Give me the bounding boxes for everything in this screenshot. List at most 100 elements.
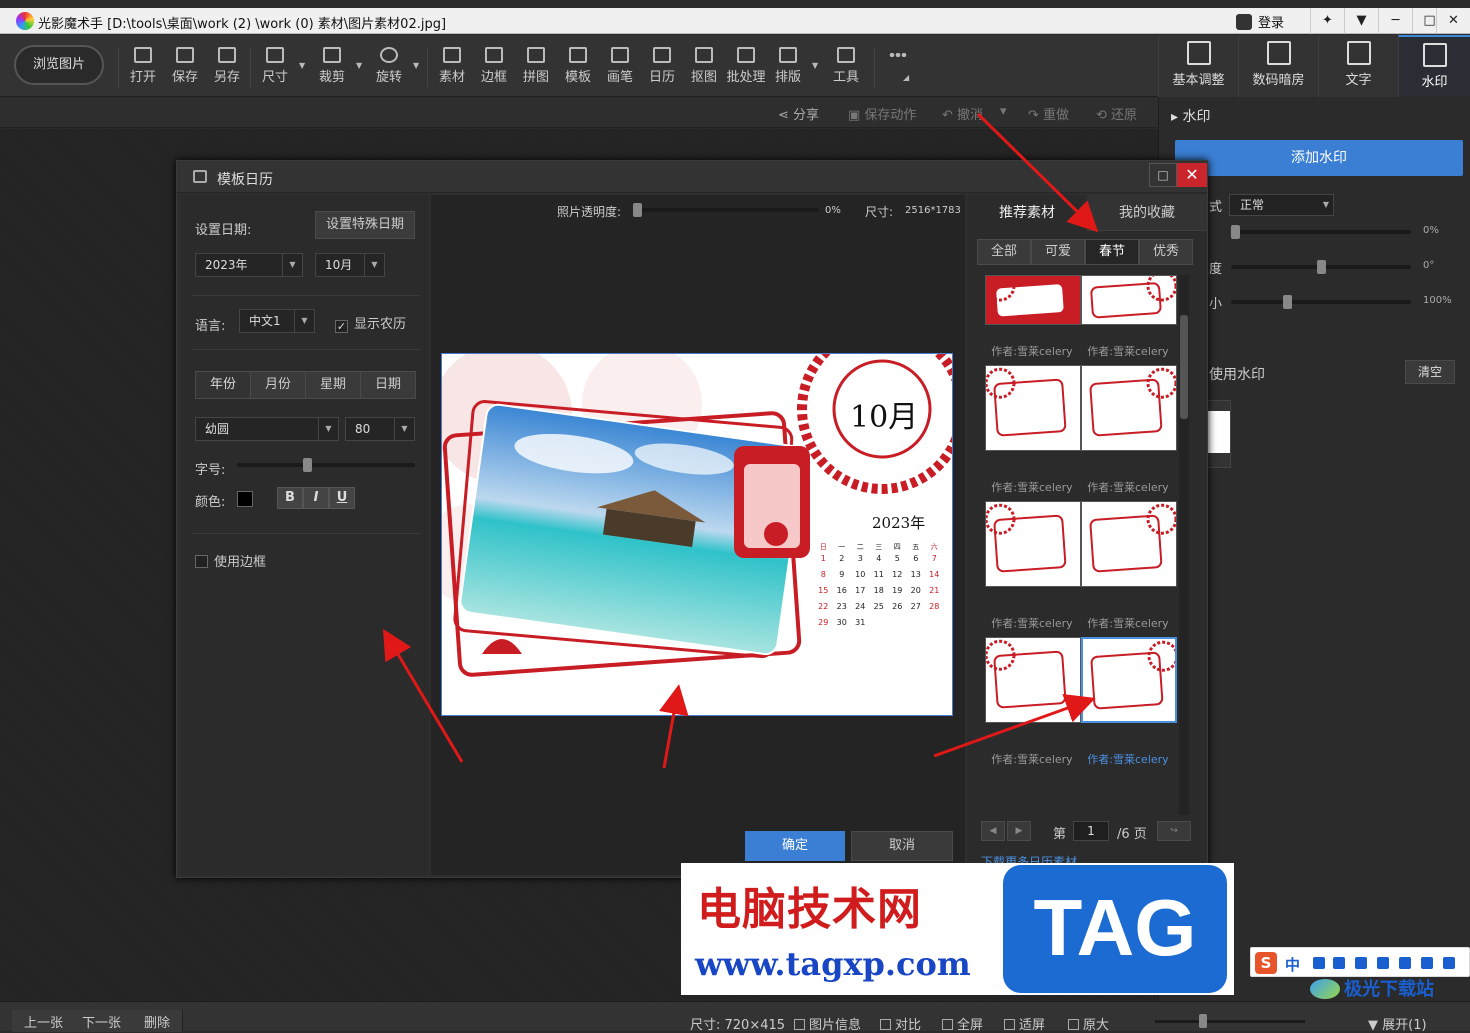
template-thumbnail[interactable] bbox=[1081, 275, 1177, 325]
template-thumbnail[interactable] bbox=[1081, 365, 1177, 451]
save-button[interactable]: 保存 bbox=[165, 45, 205, 85]
share-button[interactable]: ⋖ 分享 bbox=[778, 104, 819, 123]
punctuation-icon[interactable] bbox=[1313, 957, 1325, 969]
settings-icon[interactable] bbox=[1443, 957, 1455, 969]
image-info-button[interactable]: 图片信息 bbox=[794, 1014, 861, 1033]
language-select[interactable]: 中文1 ▼ bbox=[239, 309, 315, 333]
restore-button[interactable]: ⟲ 还原 bbox=[1096, 104, 1137, 123]
size-slider-knob[interactable] bbox=[303, 458, 312, 472]
size-slider-track[interactable] bbox=[1231, 300, 1411, 304]
rotate-slider-knob[interactable] bbox=[1317, 260, 1326, 274]
keyboard-icon[interactable] bbox=[1355, 957, 1367, 969]
mic-icon[interactable] bbox=[1333, 957, 1345, 969]
tab-basic-adjust[interactable]: 基本调整 bbox=[1158, 35, 1238, 97]
zoom-slider-knob[interactable] bbox=[1199, 1014, 1207, 1028]
dialog-close-button[interactable]: ✕ bbox=[1177, 163, 1207, 187]
login-button[interactable]: 登录 bbox=[1236, 12, 1284, 31]
border-button[interactable]: 边框 bbox=[474, 45, 514, 85]
game-icon[interactable] bbox=[1399, 957, 1411, 969]
minimize-button[interactable]: ─ bbox=[1378, 8, 1412, 34]
browse-images-button[interactable]: 浏览图片 bbox=[14, 45, 104, 85]
material-button[interactable]: 素材 bbox=[432, 45, 472, 85]
mode-select[interactable]: 正常 ▼ bbox=[1229, 194, 1334, 216]
go-page-button[interactable]: ↪ bbox=[1157, 821, 1191, 841]
filter-spring-festival[interactable]: 春节 bbox=[1085, 239, 1139, 265]
fit-screen-button[interactable]: 适屏 bbox=[1004, 1014, 1045, 1033]
use-border-checkbox[interactable]: 使用边框 bbox=[195, 551, 266, 570]
actual-size-button[interactable]: 原大 bbox=[1068, 1014, 1109, 1033]
year-select[interactable]: 2023年 ▼ bbox=[195, 253, 303, 277]
filter-cute[interactable]: 可爱 bbox=[1031, 239, 1085, 265]
ok-button[interactable]: 确定 bbox=[745, 831, 845, 861]
menu-dropdown-button[interactable]: ▼ bbox=[1344, 8, 1378, 34]
photo-opacity-track[interactable] bbox=[635, 208, 819, 212]
layout-dropdown-icon[interactable]: ▼ bbox=[812, 61, 818, 70]
brush-button[interactable]: 画笔 bbox=[600, 45, 640, 85]
redo-button[interactable]: ↷ 重做 bbox=[1028, 104, 1069, 123]
expand-button[interactable]: ▼ 展开(1) bbox=[1368, 1014, 1427, 1033]
dialog-maximize-button[interactable]: □ bbox=[1149, 163, 1177, 187]
template-thumbnail[interactable] bbox=[1081, 637, 1177, 723]
show-lunar-checkbox[interactable]: ✓ 显示农历 bbox=[335, 313, 406, 333]
skin-button[interactable]: ✦ bbox=[1310, 8, 1344, 34]
grid-icon[interactable] bbox=[1421, 957, 1433, 969]
more-tools-button[interactable] bbox=[878, 45, 918, 60]
gallery-scrollbar[interactable] bbox=[1179, 275, 1189, 815]
add-watermark-button[interactable]: 添加水印 bbox=[1175, 140, 1463, 176]
next-image-button[interactable]: 下一张 bbox=[70, 1010, 135, 1032]
template-thumbnail[interactable] bbox=[985, 501, 1081, 587]
save-as-button[interactable]: 另存 bbox=[207, 45, 247, 85]
close-window-button[interactable]: ✕ bbox=[1436, 8, 1470, 34]
underline-button[interactable]: U bbox=[329, 487, 355, 509]
clear-button[interactable]: 清空 bbox=[1405, 360, 1455, 384]
prev-page-button[interactable]: ◀ bbox=[981, 821, 1005, 841]
batch-button[interactable]: 批处理 bbox=[726, 45, 766, 85]
tab-darkroom[interactable]: 数码暗房 bbox=[1238, 35, 1318, 97]
undo-dropdown-icon[interactable]: ▾ bbox=[1000, 104, 1007, 119]
font-size-select[interactable]: 80 ▼ bbox=[345, 417, 415, 441]
special-date-button[interactable]: 设置特殊日期 bbox=[315, 211, 415, 239]
ime-toolbar[interactable]: S 中 bbox=[1250, 947, 1470, 977]
undo-button[interactable]: ↶ 撤消 bbox=[942, 104, 983, 123]
italic-button[interactable]: I bbox=[303, 487, 329, 509]
template-thumbnail[interactable] bbox=[985, 275, 1081, 325]
template-thumbnail[interactable] bbox=[985, 365, 1081, 451]
calendar-button[interactable]: 日历 bbox=[642, 45, 682, 85]
tab-week[interactable]: 星期 bbox=[305, 371, 361, 399]
crop-button[interactable]: 裁剪 bbox=[312, 45, 352, 85]
fullscreen-button[interactable]: 全屏 bbox=[942, 1014, 983, 1033]
size-slider-track[interactable] bbox=[237, 463, 415, 467]
filter-excellent[interactable]: 优秀 bbox=[1139, 239, 1193, 265]
delete-button[interactable]: 删除 bbox=[132, 1010, 184, 1032]
collage-button[interactable]: 拼图 bbox=[516, 45, 556, 85]
color-swatch[interactable] bbox=[237, 491, 253, 507]
tab-year[interactable]: 年份 bbox=[195, 371, 251, 399]
tab-recommended[interactable]: 推荐素材 bbox=[967, 195, 1087, 231]
next-page-button[interactable]: ▶ bbox=[1007, 821, 1031, 841]
layout-button[interactable]: 排版 bbox=[768, 45, 808, 85]
filter-all[interactable]: 全部 bbox=[977, 239, 1031, 265]
template-thumbnail[interactable] bbox=[1081, 501, 1177, 587]
save-action-button[interactable]: ▣ 保存动作 bbox=[848, 104, 916, 123]
tab-month[interactable]: 月份 bbox=[250, 371, 306, 399]
resize-button[interactable]: 尺寸 bbox=[255, 45, 295, 85]
crop-dropdown-icon[interactable]: ▼ bbox=[356, 61, 362, 70]
open-button[interactable]: 打开 bbox=[123, 45, 163, 85]
tools-button[interactable]: 工具 bbox=[826, 45, 866, 85]
opacity-slider-track[interactable] bbox=[1231, 230, 1411, 234]
zoom-slider-track[interactable] bbox=[1155, 1020, 1305, 1023]
tab-day[interactable]: 日期 bbox=[360, 371, 416, 399]
template-thumbnail[interactable] bbox=[985, 637, 1081, 723]
size-slider-knob[interactable] bbox=[1282, 295, 1292, 309]
prev-image-button[interactable]: 上一张 bbox=[12, 1010, 77, 1032]
skin-icon[interactable] bbox=[1377, 957, 1389, 969]
ime-mode[interactable]: 中 bbox=[1285, 954, 1300, 975]
tab-favorites[interactable]: 我的收藏 bbox=[1087, 195, 1207, 231]
cancel-button[interactable]: 取消 bbox=[851, 831, 953, 861]
cutout-button[interactable]: 抠图 bbox=[684, 45, 724, 85]
tab-text[interactable]: 文字 bbox=[1318, 35, 1398, 97]
compare-button[interactable]: 对比 bbox=[880, 1014, 921, 1033]
month-select[interactable]: 10月 ▼ bbox=[315, 253, 385, 277]
photo-opacity-knob[interactable] bbox=[633, 203, 642, 217]
more-dropdown-icon[interactable]: ◢ bbox=[903, 73, 909, 82]
